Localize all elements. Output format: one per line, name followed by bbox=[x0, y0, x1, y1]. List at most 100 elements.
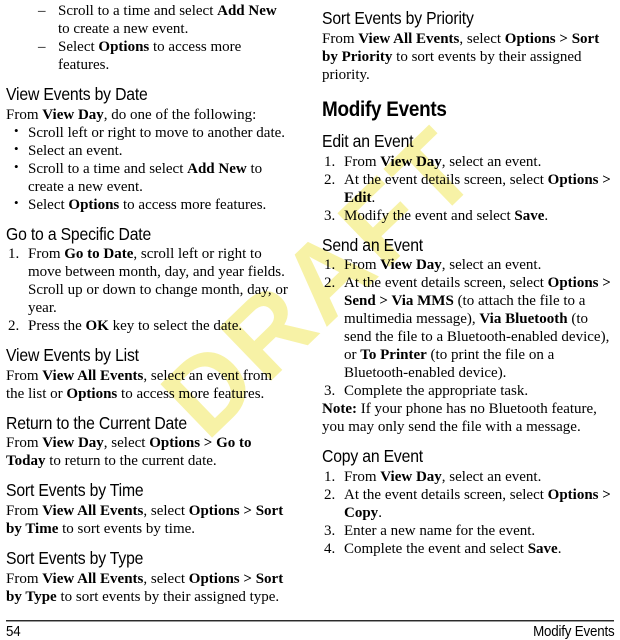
text-run: At the event details screen, select bbox=[344, 275, 548, 292]
list-item-text: Press the OK key to select the date. bbox=[28, 317, 292, 335]
step-marker: 2. bbox=[324, 486, 336, 503]
text-pre: Select bbox=[28, 196, 69, 213]
list-item: • Scroll to a time and select Add New to… bbox=[6, 159, 292, 196]
text-run: to access more features. bbox=[117, 385, 265, 402]
text-run: , select bbox=[459, 30, 505, 47]
text-bold: View All Events bbox=[42, 570, 144, 587]
text-bold: Via Bluetooth bbox=[479, 311, 568, 328]
step-marker: 2. bbox=[324, 171, 336, 188]
dash-marker: – bbox=[38, 39, 46, 55]
step-marker: 1. bbox=[8, 246, 20, 263]
text-pre: Select an event. bbox=[28, 142, 123, 159]
list-item: • Scroll left or right to move to anothe… bbox=[6, 123, 292, 142]
list-item: 3. Modify the event and select Save. bbox=[322, 207, 614, 225]
section-paragraph-sort-events-by-time: From View All Events, select Options > S… bbox=[6, 502, 292, 538]
text-run: . bbox=[378, 504, 382, 521]
step-list-copy-an-event: 1. From View Day, select an event. 2. At… bbox=[322, 468, 614, 558]
text-run: , select bbox=[143, 502, 189, 519]
bullet-marker: • bbox=[14, 194, 19, 210]
page-number: 54 bbox=[6, 624, 21, 640]
text-run: to return to the current date. bbox=[45, 453, 217, 470]
text-run: , select an event. bbox=[441, 153, 542, 170]
page-footer: 54 Modify Events bbox=[0, 620, 620, 640]
text-post: to access more features. bbox=[119, 196, 267, 213]
text-run: to sort events by time. bbox=[58, 520, 196, 537]
text-run: From bbox=[6, 367, 43, 384]
list-item: 1. From View Day, select an event. bbox=[322, 468, 614, 486]
section-heading-view-events-by-list: View Events by List bbox=[6, 345, 139, 366]
text-run: From bbox=[6, 435, 43, 452]
text-bold: View Day bbox=[380, 468, 442, 485]
section-intro: From View Day, do one of the following: bbox=[6, 106, 292, 124]
list-item-text: Complete the appropriate task. bbox=[344, 382, 614, 400]
text-run: From bbox=[322, 30, 359, 47]
text-bold: View Day bbox=[42, 435, 104, 452]
text-run: , select bbox=[103, 435, 150, 452]
text-bold: Save bbox=[514, 207, 545, 224]
text-bold: To Printer bbox=[360, 347, 427, 364]
section-heading-sort-events-by-priority: Sort Events by Priority bbox=[322, 8, 474, 28]
text-pre: Scroll to a time and select bbox=[58, 3, 218, 19]
section-paragraph-view-events-by-list: From View All Events, select an event fr… bbox=[6, 367, 292, 403]
text-bold: Add New bbox=[187, 160, 247, 177]
list-item-text: At the event details screen, select Opti… bbox=[344, 171, 614, 207]
list-item: 2. Press the OK key to select the date. bbox=[6, 317, 292, 335]
text-run: . bbox=[371, 189, 376, 206]
list-item-text: From View Day, select an event. bbox=[344, 256, 614, 274]
text-bold: Options bbox=[98, 39, 150, 55]
dash-marker: – bbox=[38, 3, 46, 19]
section-heading-go-to-a-specific-date: Go to a Specific Date bbox=[6, 223, 152, 244]
list-item-text: Modify the event and select Save. bbox=[344, 207, 614, 225]
text-run: Complete the event and select bbox=[344, 540, 528, 557]
text-pre: From bbox=[6, 106, 43, 123]
section-paragraph-sort-events-by-type: From View All Events, select Options > S… bbox=[6, 570, 292, 606]
list-item-text: Scroll left or right to move to another … bbox=[28, 124, 292, 142]
list-item: • Select an event. bbox=[6, 141, 292, 160]
text-run: From bbox=[344, 153, 381, 170]
text-run: From bbox=[344, 468, 381, 485]
text-run: From bbox=[6, 570, 43, 587]
text-run: . bbox=[544, 207, 549, 224]
left-column: – Scroll to a time and select Add New to… bbox=[0, 0, 300, 606]
step-marker: 4. bbox=[324, 540, 336, 557]
list-item: – Scroll to a time and select Add New to… bbox=[6, 2, 292, 38]
section-heading-sort-events-by-time: Sort Events by Time bbox=[6, 480, 144, 501]
text-run: , select bbox=[143, 570, 189, 587]
text-bold: Options bbox=[66, 385, 118, 402]
text-bold: View All Events bbox=[42, 502, 144, 519]
continued-dash-list: – Scroll to a time and select Add New to… bbox=[6, 2, 292, 74]
text-run: From bbox=[6, 502, 43, 519]
step-marker: 1. bbox=[324, 153, 336, 170]
list-item-text: Select Options to access more features. bbox=[28, 196, 292, 214]
section-heading-sort-events-by-type: Sort Events by Type bbox=[6, 547, 144, 568]
step-list-edit-an-event: 1. From View Day, select an event. 2. At… bbox=[322, 153, 614, 225]
text-run: From bbox=[344, 257, 381, 274]
section-paragraph-sort-events-by-priority: From View All Events, select Options > S… bbox=[322, 30, 614, 84]
list-item-text: Select an event. bbox=[28, 142, 292, 160]
text-run: , select an event. bbox=[441, 257, 542, 274]
list-item-text: Select Options to access more features. bbox=[58, 38, 292, 74]
step-marker: 3. bbox=[324, 383, 336, 400]
step-marker: 1. bbox=[324, 468, 336, 485]
section-heading-send-an-event: Send an Event bbox=[322, 234, 423, 255]
text-bold: Add New bbox=[217, 3, 277, 19]
list-item: 2. At the event details screen, select O… bbox=[322, 274, 614, 382]
note-label: Note: bbox=[322, 401, 357, 418]
text-post: to create a new event. bbox=[58, 21, 189, 37]
text-bold: View Day bbox=[380, 257, 442, 274]
list-item-text: At the event details screen, select Opti… bbox=[344, 486, 614, 522]
text-pre: From bbox=[28, 246, 65, 263]
text-pre: Scroll to a time and select bbox=[28, 160, 188, 177]
footer-row: 54 Modify Events bbox=[6, 624, 614, 640]
right-column: Sort Events by Priority From View All Ev… bbox=[316, 0, 620, 604]
list-item: 3. Enter a new name for the event. bbox=[322, 522, 614, 540]
step-list-send-an-event: 1. From View Day, select an event. 2. At… bbox=[322, 256, 614, 400]
text-run: At the event details screen, select bbox=[344, 486, 548, 503]
page-content: – Scroll to a time and select Add New to… bbox=[0, 0, 620, 606]
text-bold: OK bbox=[85, 318, 109, 335]
section-heading-view-events-by-date: View Events by Date bbox=[6, 84, 148, 104]
text-pre: Press the bbox=[28, 318, 86, 335]
list-item: – Select Options to access more features… bbox=[6, 38, 292, 74]
text-bold: Go to Date bbox=[64, 246, 134, 263]
list-item: 4. Complete the event and select Save. bbox=[322, 540, 614, 558]
